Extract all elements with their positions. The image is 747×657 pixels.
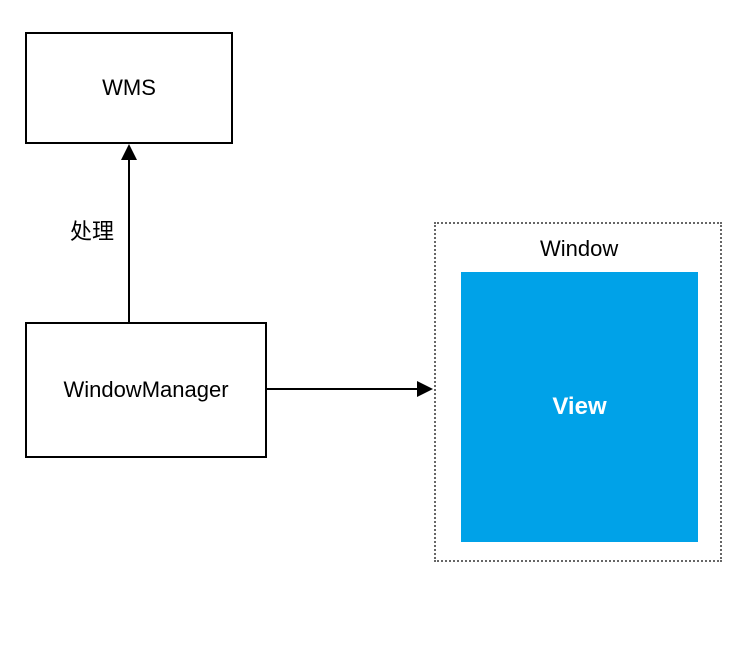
window-label: Window: [540, 236, 618, 262]
arrow-wm-to-wms-head: [121, 144, 137, 160]
view-label: View: [552, 393, 606, 421]
wms-box: WMS: [25, 32, 233, 144]
window-manager-box: WindowManager: [25, 322, 267, 458]
arrow-wm-to-window-head: [417, 381, 433, 397]
arrow-wm-to-window-line: [267, 388, 419, 390]
window-manager-label: WindowManager: [63, 377, 228, 403]
arrow-wm-to-wms-label: 处理: [70, 214, 114, 246]
wms-label: WMS: [102, 75, 156, 101]
view-box: View: [461, 272, 698, 542]
arrow-wm-to-wms-line: [128, 158, 130, 322]
